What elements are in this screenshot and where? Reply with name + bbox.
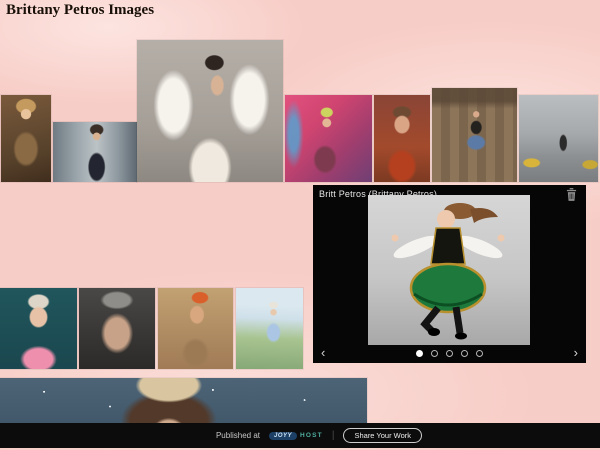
trash-icon[interactable] xyxy=(565,188,578,203)
carousel-dot[interactable] xyxy=(476,350,483,357)
irish-dancer-illustration xyxy=(368,195,530,345)
carousel-dot[interactable] xyxy=(446,350,453,357)
lightbox-image xyxy=(368,195,530,345)
carousel-dot[interactable] xyxy=(431,350,438,357)
gallery-thumbnail[interactable] xyxy=(519,95,598,182)
footer-bar: Published at JOYY HOST | Share Your Work xyxy=(0,423,600,448)
cloud-logo-icon: JOYY xyxy=(269,432,297,440)
gallery-thumbnail[interactable] xyxy=(137,40,283,182)
gallery-thumbnail[interactable] xyxy=(374,95,430,182)
gallery-thumbnail[interactable] xyxy=(1,95,51,182)
gallery-thumbnail[interactable] xyxy=(236,288,303,369)
published-at-label: Published at xyxy=(216,431,260,440)
gallery-thumbnail[interactable] xyxy=(285,95,372,182)
page-title: Brittany Petros Images xyxy=(6,2,154,19)
host-logo-label: HOST xyxy=(300,432,323,439)
footer-divider: | xyxy=(332,430,335,441)
gallery-thumbnail[interactable] xyxy=(158,288,233,369)
gallery-thumbnail[interactable] xyxy=(79,288,155,369)
trash-icon-glyph xyxy=(566,188,577,201)
carousel-dot[interactable] xyxy=(416,350,423,357)
carousel-dots xyxy=(313,350,586,357)
gallery-thumbnail[interactable] xyxy=(0,288,77,369)
gallery-thumbnail[interactable] xyxy=(53,122,137,182)
gallery-thumbnail[interactable] xyxy=(0,378,367,424)
carousel-dot[interactable] xyxy=(461,350,468,357)
host-logo[interactable]: JOYY HOST xyxy=(269,432,323,440)
gallery-thumbnail[interactable] xyxy=(432,88,517,182)
page: Brittany Petros Images Britt Petros (Bri… xyxy=(0,0,600,450)
lightbox-panel: Britt Petros (Brittany Petros) xyxy=(313,185,586,363)
share-your-work-button[interactable]: Share Your Work xyxy=(343,428,422,443)
